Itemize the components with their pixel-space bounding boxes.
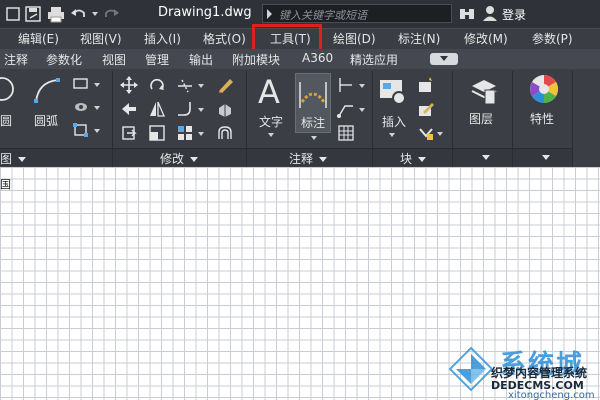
viewport-label: 国 [0, 178, 11, 191]
tab-featured-apps[interactable]: 精选应用 [350, 51, 398, 68]
table-icon[interactable] [337, 124, 355, 145]
trim-icon[interactable] [176, 76, 194, 97]
hatch-dropdown-icon[interactable] [94, 106, 100, 110]
tab-addins[interactable]: 附加模块 [232, 51, 280, 68]
text-icon[interactable]: A [256, 73, 288, 111]
insert-label: 插入 [382, 115, 407, 129]
user-icon [482, 5, 498, 24]
text-label: 文字 [259, 115, 284, 129]
dimension-label: 标注 [301, 116, 326, 130]
panel-divider [572, 71, 573, 167]
properties-label: 特性 [530, 112, 555, 126]
menu-parametric[interactable]: 参数(P) [532, 30, 573, 47]
undo-dropdown-icon[interactable] [92, 12, 98, 16]
circle-icon[interactable] [0, 76, 20, 109]
fillet-icon[interactable] [176, 100, 194, 121]
stretch-icon[interactable] [120, 124, 138, 145]
menu-edit[interactable]: 编辑(E) [18, 30, 59, 47]
layers-icon[interactable] [469, 76, 499, 109]
login-label: 登录 [502, 8, 527, 22]
plot-icon[interactable] [47, 5, 65, 23]
search-expand-icon[interactable] [267, 9, 272, 19]
chevron-down-icon [418, 157, 427, 162]
chevron-down-icon [319, 157, 328, 162]
watermark-url: xitongcheng.com [508, 390, 595, 400]
properties-panel-title [536, 150, 550, 164]
search-input[interactable]: 键入关键字或短语 [262, 4, 452, 23]
arc-icon[interactable] [32, 76, 62, 109]
mirror-icon[interactable] [148, 100, 166, 121]
copy-icon[interactable] [120, 100, 138, 121]
chevron-down-icon [190, 157, 199, 162]
annotation-panel-title: 注释 [289, 150, 328, 167]
tab-a360[interactable]: A360 [302, 51, 333, 65]
attribute-dropdown-icon[interactable] [437, 132, 443, 136]
rectangle-dropdown-icon[interactable] [94, 83, 100, 87]
insert-dropdown-icon[interactable] [389, 133, 395, 137]
menu-draw[interactable]: 绘图(D) [333, 30, 376, 47]
rectangle-icon[interactable] [73, 77, 89, 94]
draw-panel-title: 图 [0, 150, 27, 167]
open-icon[interactable] [4, 5, 22, 23]
circle-label: 圆 [0, 114, 13, 128]
region-icon[interactable] [73, 123, 89, 140]
attribute-icon[interactable] [417, 124, 435, 145]
layers-panel-title [476, 150, 490, 164]
dimension-icon [299, 82, 327, 108]
document-title: Drawing1.dwg [158, 5, 252, 20]
linear-dim-dropdown-icon[interactable] [359, 84, 365, 88]
menu-format[interactable]: 格式(O) [203, 30, 246, 47]
watermark-logo-icon [448, 346, 494, 395]
fillet-dropdown-icon[interactable] [198, 108, 204, 112]
move-icon[interactable] [120, 76, 138, 97]
ribbon-minimize-toggle[interactable] [430, 53, 458, 65]
arc-label: 圆弧 [34, 114, 59, 128]
block-panel-title: 块 [400, 150, 427, 167]
insert-block-icon[interactable] [377, 76, 407, 109]
menu-insert[interactable]: 插入(I) [144, 30, 181, 47]
menu-modify[interactable]: 修改(M) [464, 30, 508, 47]
properties-icon[interactable] [528, 73, 560, 108]
linear-dim-icon[interactable] [337, 76, 355, 97]
region-dropdown-icon[interactable] [94, 129, 100, 133]
edit-block-icon[interactable] [417, 100, 435, 121]
leader-dropdown-icon[interactable] [359, 108, 365, 112]
erase-icon[interactable] [216, 76, 234, 97]
chevron-down-icon [542, 155, 550, 160]
tab-annotate[interactable]: 注释 [4, 51, 28, 68]
tab-output[interactable]: 输出 [189, 51, 213, 68]
trim-dropdown-icon[interactable] [198, 84, 204, 88]
undo-icon[interactable] [70, 5, 88, 23]
svg-text:A: A [258, 74, 280, 108]
redo-icon[interactable] [102, 5, 120, 23]
create-block-icon[interactable] [417, 76, 435, 97]
menu-dimension[interactable]: 标注(N) [398, 30, 440, 47]
array-dropdown-icon[interactable] [198, 132, 204, 136]
tab-view[interactable]: 视图 [102, 51, 126, 68]
search-placeholder: 键入关键字或短语 [279, 9, 367, 22]
explode-icon[interactable] [216, 100, 234, 121]
offset-icon[interactable] [216, 124, 234, 145]
rotate-icon[interactable] [148, 76, 166, 97]
binoculars-icon[interactable] [458, 5, 476, 23]
layers-label: 图层 [469, 112, 494, 126]
tab-manage[interactable]: 管理 [145, 51, 169, 68]
chevron-down-icon [18, 157, 27, 162]
menu-view[interactable]: 视图(V) [80, 30, 122, 47]
scale-icon[interactable] [148, 124, 166, 145]
tab-parametric[interactable]: 参数化 [46, 51, 82, 68]
dimension-button[interactable]: 标注 [295, 73, 331, 133]
dimension-dropdown-icon[interactable] [311, 136, 317, 140]
save-icon[interactable] [24, 5, 42, 23]
ribbon-tab-bar: 注释 参数化 视图 管理 输出 附加模块 A360 精选应用 [0, 49, 600, 69]
modify-panel-title: 修改 [160, 150, 199, 167]
text-dropdown-icon[interactable] [268, 133, 274, 137]
hatch-icon[interactable] [73, 100, 89, 117]
array-icon[interactable] [176, 124, 194, 145]
chevron-down-icon [482, 155, 490, 160]
leader-icon[interactable] [337, 100, 355, 121]
